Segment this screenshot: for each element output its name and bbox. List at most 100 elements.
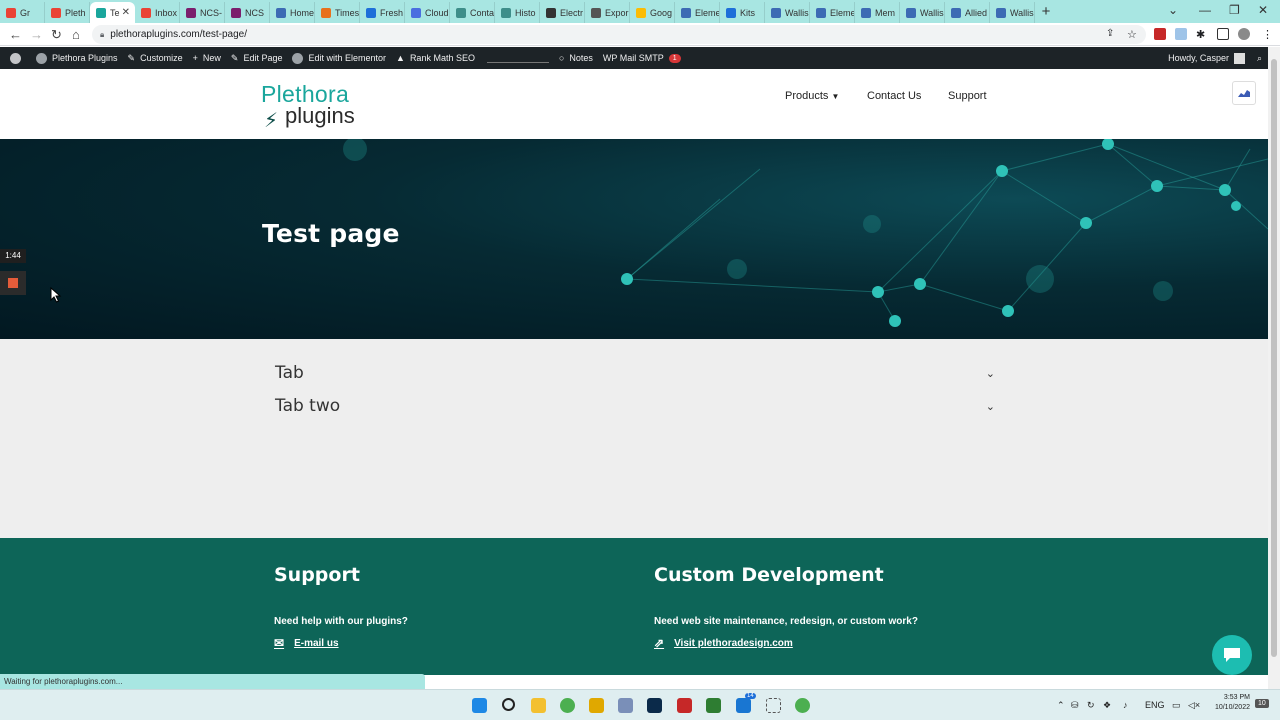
- filezilla-icon[interactable]: [677, 698, 692, 713]
- forward-icon[interactable]: →: [30, 27, 43, 42]
- nav-contact-us[interactable]: Contact Us: [867, 90, 921, 102]
- nav-products[interactable]: Products ▼: [785, 90, 839, 102]
- profile-avatar[interactable]: [1238, 28, 1250, 40]
- browser-tab[interactable]: Allied: [945, 2, 990, 23]
- nav-support[interactable]: Support: [948, 90, 987, 102]
- admin-rankmath[interactable]: ▲ Rank Math SEO: [396, 53, 475, 63]
- accordion-item-tab-two[interactable]: Tab two ⌄: [275, 396, 995, 424]
- chevron-down-icon: ⌄: [985, 367, 995, 380]
- chat-button[interactable]: [1212, 635, 1252, 675]
- volume-icon[interactable]: ◁×: [1188, 700, 1200, 711]
- windows-start-icon[interactable]: [472, 698, 487, 713]
- page-scrollbar[interactable]: [1268, 47, 1280, 689]
- admin-notes[interactable]: ○ Notes: [559, 53, 593, 63]
- new-tab-button[interactable]: +: [1035, 3, 1057, 20]
- browser-tab[interactable]: Te ✕: [90, 2, 135, 23]
- browser-tab[interactable]: Wallis: [765, 2, 810, 23]
- app-icon[interactable]: [618, 698, 633, 713]
- user-avatar: [1233, 52, 1245, 64]
- admin-howdy[interactable]: Howdy, Casper: [1168, 52, 1245, 64]
- tray-icon[interactable]: ↻: [1087, 700, 1095, 711]
- browser-tab[interactable]: Expor: [585, 2, 630, 23]
- chevron-down-icon: ⌄: [985, 400, 995, 413]
- browser-tab[interactable]: Times: [315, 2, 360, 23]
- browser-tab[interactable]: Gr: [0, 2, 45, 23]
- admin-site-name[interactable]: Plethora Plugins: [36, 52, 118, 64]
- menu-dots-icon[interactable]: ⋮: [1262, 28, 1274, 41]
- browser-tab[interactable]: Goog: [630, 2, 675, 23]
- footer-visit-link[interactable]: ⇗ Visit plethoradesign.com: [654, 636, 793, 650]
- photoshop-icon[interactable]: [647, 698, 662, 713]
- browser-tab[interactable]: Electr: [540, 2, 585, 23]
- tab-label: Conta: [470, 7, 495, 18]
- browser-tab[interactable]: Home: [270, 2, 315, 23]
- browser-status-bar: Waiting for plethoraplugins.com...: [0, 674, 425, 689]
- clock[interactable]: 3:53 PM 10/10/2022: [1210, 693, 1250, 713]
- stop-recording-button[interactable]: [0, 271, 26, 295]
- browser-tab[interactable]: Pleth: [45, 2, 90, 23]
- extension-icon[interactable]: [1154, 28, 1166, 40]
- browser-tab[interactable]: Cloud: [405, 2, 450, 23]
- browser-tab[interactable]: Kits: [720, 2, 765, 23]
- browser-tab[interactable]: NCS: [225, 2, 270, 23]
- notification-count[interactable]: 10: [1255, 699, 1269, 708]
- tab-label: NCS-: [200, 7, 222, 18]
- browser-tab[interactable]: Conta: [450, 2, 495, 23]
- share-icon[interactable]: ⇪: [1106, 28, 1118, 40]
- tray-icon[interactable]: ⛁: [1071, 700, 1079, 711]
- extensions-puzzle-icon[interactable]: ✱: [1196, 28, 1208, 41]
- address-bar[interactable]: 🔒︎ plethoraplugins.com/test-page/: [92, 25, 1146, 44]
- admin-new[interactable]: + New: [193, 53, 221, 63]
- maximize-button[interactable]: ❐: [1229, 3, 1240, 17]
- microphone-icon[interactable]: ♪: [1123, 700, 1128, 710]
- browser-tab[interactable]: Eleme: [810, 2, 855, 23]
- tray-chevron-icon[interactable]: ⌃: [1057, 700, 1065, 711]
- scrollbar-thumb[interactable]: [1271, 59, 1277, 657]
- admin-elementor[interactable]: Edit with Elementor: [292, 52, 386, 64]
- browser-tab[interactable]: Wallis: [990, 2, 1035, 23]
- minimize-button[interactable]: —: [1199, 3, 1211, 17]
- browser-tab[interactable]: Mem: [855, 2, 900, 23]
- browser-tab[interactable]: Eleme: [675, 2, 720, 23]
- bookmark-star-icon[interactable]: ☆: [1127, 28, 1139, 41]
- close-tab-icon[interactable]: ✕: [122, 7, 130, 18]
- home-icon[interactable]: ⌂: [72, 27, 80, 42]
- search-icon[interactable]: [502, 698, 515, 711]
- browser-tab-strip: Gr Pleth Te ✕ Inbox NCS- NCS Home Times Fresh Clou…: [0, 0, 1280, 23]
- app-icon[interactable]: [706, 698, 721, 713]
- search-icon[interactable]: ⌕: [1257, 53, 1262, 64]
- app-icon[interactable]: [589, 698, 604, 713]
- admin-wp-mail-smtp[interactable]: WP Mail SMTP 1: [603, 53, 681, 63]
- tab-search-icon[interactable]: ⌄: [1168, 3, 1178, 17]
- browser-tab[interactable]: Inbox: [135, 2, 180, 23]
- accordion-item-tab[interactable]: Tab ⌄: [275, 363, 995, 391]
- browser-tab[interactable]: Wallis: [900, 2, 945, 23]
- favicon-icon: [861, 7, 871, 18]
- back-icon[interactable]: ←: [9, 27, 22, 42]
- brush-icon: ✎: [127, 52, 136, 63]
- chrome-icon[interactable]: [795, 698, 810, 713]
- favicon-icon: [726, 7, 736, 18]
- file-explorer-icon[interactable]: [531, 698, 546, 713]
- favicon-icon: [636, 7, 646, 18]
- footer-email-link[interactable]: ✉ E-mail us: [274, 636, 339, 650]
- user-account-icon[interactable]: [1232, 81, 1256, 105]
- browser-tab[interactable]: Histo: [495, 2, 540, 23]
- side-panel-icon[interactable]: [1217, 28, 1229, 40]
- extension-icon[interactable]: [1175, 28, 1187, 40]
- dropbox-icon[interactable]: ❖: [1103, 700, 1111, 711]
- close-window-button[interactable]: ✕: [1258, 3, 1268, 17]
- browser-tab[interactable]: Fresh: [360, 2, 405, 23]
- wordpress-logo-icon[interactable]: [10, 52, 26, 64]
- admin-edit-page[interactable]: ✎ Edit Page: [231, 53, 283, 64]
- snipping-tool-icon[interactable]: [766, 698, 781, 713]
- site-logo[interactable]: Plethora ⚡︎ plugins: [261, 81, 371, 132]
- lock-icon: 🔒︎: [100, 29, 105, 39]
- browser-tab[interactable]: NCS-: [180, 2, 225, 23]
- network-icon[interactable]: ▭: [1172, 700, 1181, 711]
- chrome-icon[interactable]: [560, 698, 575, 713]
- admin-customize[interactable]: ✎ Customize: [128, 53, 183, 64]
- reload-icon[interactable]: ↻: [51, 27, 62, 43]
- language-indicator[interactable]: ENG: [1145, 700, 1165, 710]
- mail-icon[interactable]: [736, 698, 751, 713]
